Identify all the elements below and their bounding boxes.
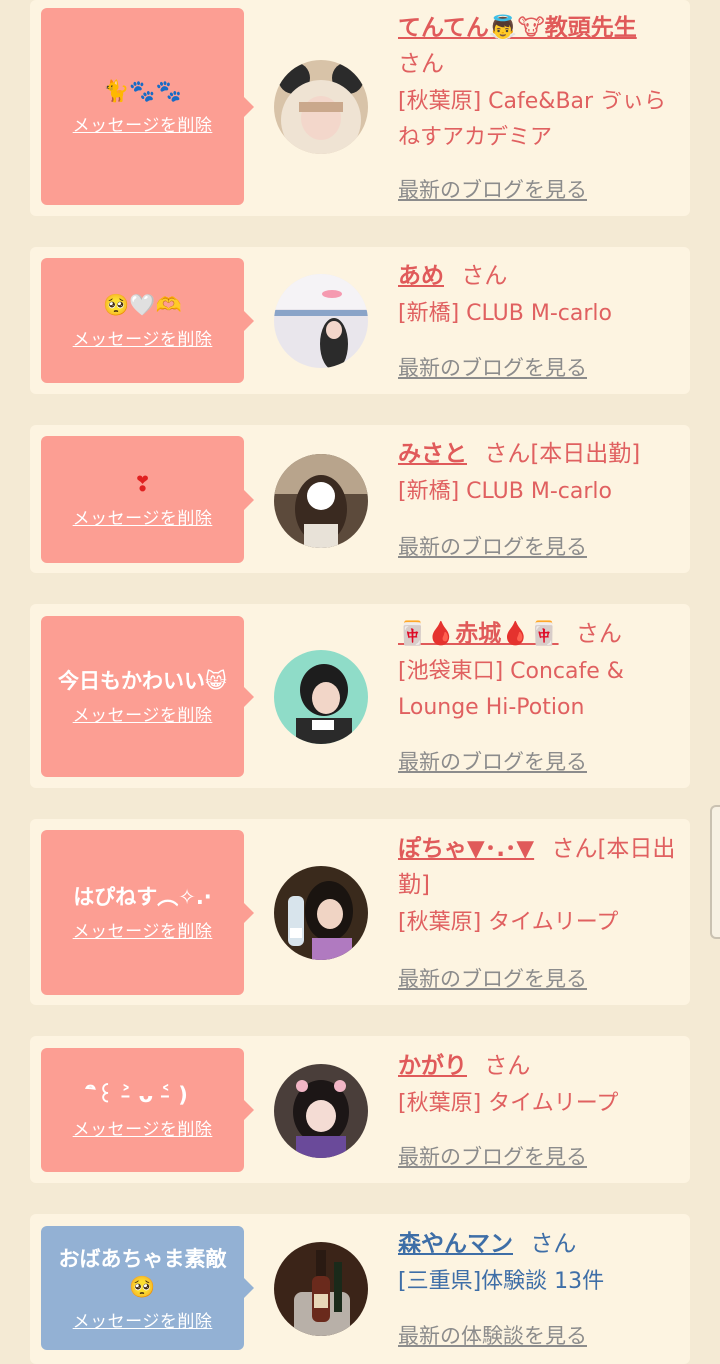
delete-message-link[interactable]: メッセージを削除 xyxy=(73,1307,213,1332)
cast-info: あめ さん [新橋] CLUB M-carlo xyxy=(398,258,678,332)
avatar[interactable] xyxy=(274,60,368,154)
delete-message-link[interactable]: メッセージを削除 xyxy=(73,1115,213,1140)
scrollbar-handle[interactable] xyxy=(710,805,720,939)
latest-blog-link[interactable]: 最新のブログを見る xyxy=(398,963,587,993)
latest-blog-link[interactable]: 最新のブログを見る xyxy=(398,1141,587,1171)
avatar-photo xyxy=(274,274,368,368)
message-text: ิ꒰ ˃̵ ᴗ ˂̵ ) xyxy=(97,1082,188,1107)
honorific: さん xyxy=(575,621,622,647)
message-text: 🐈🐾🐾 xyxy=(103,79,182,103)
message-card: おばあちゃま素敵🥺 メッセージを削除 森やんマン さん [三重県]体験談 13件… xyxy=(30,1214,690,1364)
message-bubble: おばあちゃま素敵🥺 メッセージを削除 xyxy=(41,1226,254,1350)
message-text: はぴねす︵✧.· xyxy=(73,885,212,909)
cast-name-link[interactable]: てんてん👼🐮教頭先生 xyxy=(398,15,637,41)
avatar[interactable] xyxy=(274,650,368,744)
delete-message-link[interactable]: メッセージを削除 xyxy=(73,325,213,350)
avatar-photo xyxy=(274,650,368,744)
message-bubble: ❣ メッセージを削除 xyxy=(41,436,254,563)
shop-name: [秋葉原] タイムリープ xyxy=(398,1091,619,1116)
honorific: さん[本日出勤] xyxy=(484,441,641,467)
message-card: ❣ メッセージを削除 みさと さん[本日出勤] [新橋] CLUB M-carl… xyxy=(30,425,690,573)
avatar[interactable] xyxy=(274,454,368,548)
avatar[interactable] xyxy=(274,274,368,368)
shop-name: [新橋] CLUB M-carlo xyxy=(398,479,612,504)
message-bubble: 今日もかわいい😸 メッセージを削除 xyxy=(41,616,254,777)
honorific: さん xyxy=(484,1053,531,1079)
message-text: 今日もかわいい😸 xyxy=(58,669,227,693)
message-bubble: ิ꒰ ˃̵ ᴗ ˂̵ ) メッセージを削除 xyxy=(41,1048,254,1172)
cast-name-link[interactable]: 森やんマン xyxy=(398,1231,513,1257)
message-text: ❣ xyxy=(133,472,152,496)
avatar-photo xyxy=(274,1064,368,1158)
latest-blog-link[interactable]: 最新のブログを見る xyxy=(398,746,587,776)
cast-name-link[interactable]: かがり xyxy=(398,1053,467,1079)
message-bubble: 🐈🐾🐾 メッセージを削除 xyxy=(41,8,254,205)
message-card: 🥺🤍🫶 メッセージを削除 あめ さん [新橋] CLUB M-carlo 最新の… xyxy=(30,247,690,394)
message-bubble: はぴねす︵✧.· メッセージを削除 xyxy=(41,830,254,995)
message-card: 今日もかわいい😸 メッセージを削除 🀄🩸赤城🩸🀄 さん [池袋東口] Conca… xyxy=(30,604,690,788)
message-card: はぴねす︵✧.· メッセージを削除 ぽちゃ▼･.･▼ さん[本日出勤] [秋葉原… xyxy=(30,819,690,1005)
delete-message-link[interactable]: メッセージを削除 xyxy=(73,111,213,136)
avatar[interactable] xyxy=(274,1242,368,1336)
cast-info: かがり さん [秋葉原] タイムリープ xyxy=(398,1048,678,1122)
latest-review-link[interactable]: 最新の体験談を見る xyxy=(398,1320,587,1350)
cast-info: 🀄🩸赤城🩸🀄 さん [池袋東口] Concafe & Lounge Hi-Pot… xyxy=(398,616,678,726)
honorific: さん xyxy=(530,1231,577,1257)
shop-name: [秋葉原] タイムリープ xyxy=(398,910,619,935)
cast-info: ぽちゃ▼･.･▼ さん[本日出勤] [秋葉原] タイムリープ xyxy=(398,831,678,941)
avatar-photo xyxy=(274,866,368,960)
shop-name: [新橋] CLUB M-carlo xyxy=(398,301,612,326)
avatar[interactable] xyxy=(274,866,368,960)
latest-blog-link[interactable]: 最新のブログを見る xyxy=(398,531,587,561)
cast-name-link[interactable]: あめ xyxy=(398,263,444,289)
cast-info: てんてん👼🐮教頭先生 さん [秋葉原] Cafe&Bar ゔぃらねすアカデミア xyxy=(398,10,678,156)
shop-name: [三重県]体験談 13件 xyxy=(398,1269,605,1294)
avatar-photo xyxy=(274,60,368,154)
latest-blog-link[interactable]: 最新のブログを見る xyxy=(398,174,587,204)
cast-info: 森やんマン さん [三重県]体験談 13件 xyxy=(398,1226,678,1300)
honorific: さん xyxy=(398,51,444,77)
shop-name: [秋葉原] Cafe&Bar ゔぃらねすアカデミア xyxy=(398,89,667,150)
avatar[interactable] xyxy=(274,1064,368,1158)
cast-info: みさと さん[本日出勤] [新橋] CLUB M-carlo xyxy=(398,436,678,510)
delete-message-link[interactable]: メッセージを削除 xyxy=(73,917,213,942)
cast-name-link[interactable]: 🀄🩸赤城🩸🀄 xyxy=(398,621,559,647)
avatar-photo xyxy=(274,454,368,548)
message-card: ิ꒰ ˃̵ ᴗ ˂̵ ) メッセージを削除 かがり さん [秋葉原] タイムリー… xyxy=(30,1036,690,1183)
message-text: 🥺🤍🫶 xyxy=(103,293,182,317)
message-text: おばあちゃま素敵🥺 xyxy=(58,1246,227,1299)
message-card: 🐈🐾🐾 メッセージを削除 てんてん👼🐮教頭先生 さん [秋葉原] Cafe&Ba… xyxy=(30,0,690,216)
cast-name-link[interactable]: ぽちゃ▼･.･▼ xyxy=(398,836,534,862)
delete-message-link[interactable]: メッセージを削除 xyxy=(73,504,213,529)
honorific: さん xyxy=(461,263,508,289)
cast-name-link[interactable]: みさと xyxy=(398,441,467,467)
shop-name: [池袋東口] Concafe & Lounge Hi-Potion xyxy=(398,659,624,720)
avatar-photo xyxy=(274,1242,368,1336)
message-bubble: 🥺🤍🫶 メッセージを削除 xyxy=(41,258,254,383)
latest-blog-link[interactable]: 最新のブログを見る xyxy=(398,352,587,382)
delete-message-link[interactable]: メッセージを削除 xyxy=(73,701,213,726)
